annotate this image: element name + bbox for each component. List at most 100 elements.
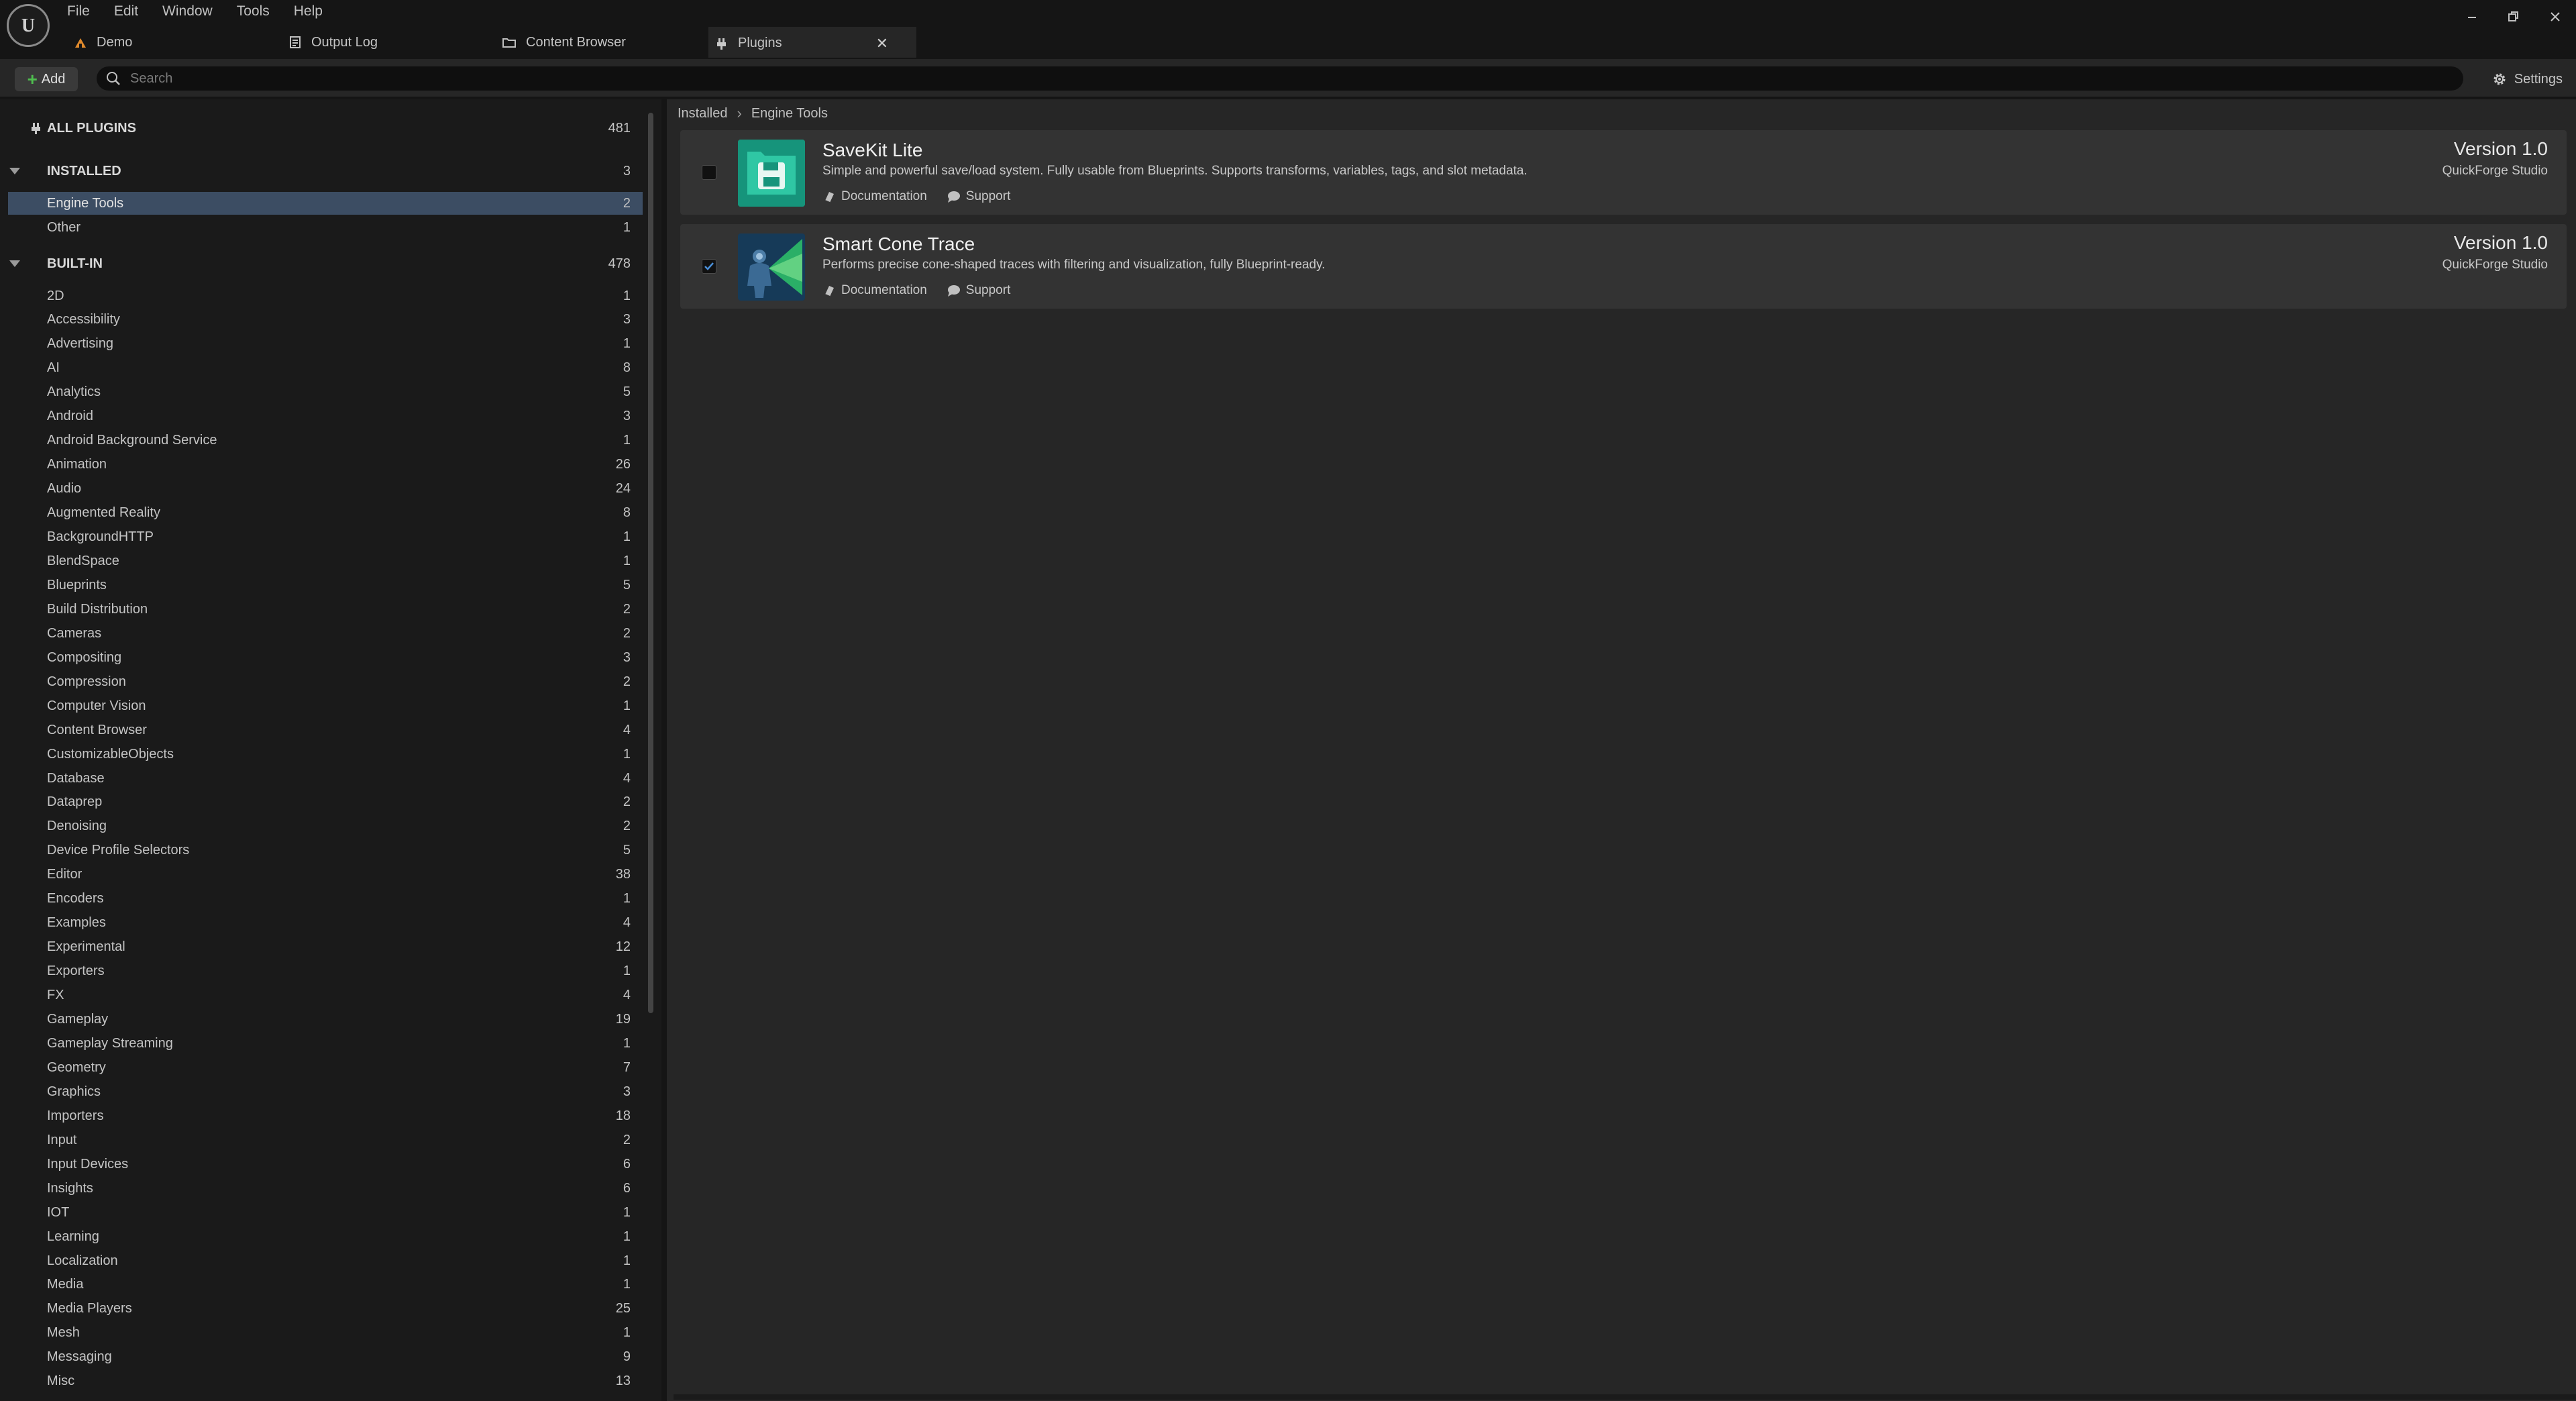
sidebar-item-editor[interactable]: Editor 38: [0, 864, 643, 886]
sidebar-section-built-in[interactable]: BUILT-IN 478: [0, 252, 643, 275]
sidebar-item-input-devices[interactable]: Input Devices 6: [0, 1153, 643, 1176]
sidebar-item-encoders[interactable]: Encoders 1: [0, 888, 643, 911]
sidebar-item-count: 7: [623, 1059, 631, 1075]
sidebar-item-android[interactable]: Android 3: [0, 405, 643, 428]
sidebar-item-content-browser[interactable]: Content Browser 4: [0, 719, 643, 741]
chat-bubble-icon: [947, 191, 960, 203]
sidebar-item-gameplay-streaming[interactable]: Gameplay Streaming 1: [0, 1032, 643, 1055]
documentation-link[interactable]: Documentation: [822, 283, 927, 298]
close-window-button[interactable]: [2534, 0, 2576, 34]
sidebar-item-importers[interactable]: Importers 18: [0, 1104, 643, 1127]
tab-demo[interactable]: Demo: [67, 27, 282, 58]
chat-bubble-icon: [947, 285, 960, 297]
sidebar-item-blueprints[interactable]: Blueprints 5: [0, 574, 643, 596]
sidebar-item-android-background-service[interactable]: Android Background Service 1: [0, 429, 643, 452]
sidebar-item-fx[interactable]: FX 4: [0, 984, 643, 1007]
settings-button[interactable]: Settings: [2491, 67, 2563, 91]
sidebar-item-augmented-reality[interactable]: Augmented Reality 8: [0, 502, 643, 525]
sidebar-item-2d[interactable]: 2D 1: [0, 284, 643, 307]
sidebar-item-computer-vision[interactable]: Computer Vision 1: [0, 694, 643, 717]
sidebar-item-experimental[interactable]: Experimental 12: [0, 936, 643, 959]
sidebar-item-ai[interactable]: AI 8: [0, 357, 643, 380]
sidebar-item-denoising[interactable]: Denoising 2: [0, 815, 643, 838]
chevron-down-icon[interactable]: [9, 168, 20, 174]
sidebar-item-learning[interactable]: Learning 1: [0, 1225, 643, 1248]
sidebar-item-analytics[interactable]: Analytics 5: [0, 381, 643, 404]
sidebar-item-label: Examples: [47, 915, 106, 931]
sidebar-item-localization[interactable]: Localization 1: [0, 1249, 643, 1272]
sidebar-item-label: Messaging: [47, 1349, 112, 1365]
tab-output-log[interactable]: Output Log: [282, 27, 495, 58]
sidebar-item-compression[interactable]: Compression 2: [0, 670, 643, 693]
sidebar-item-misc[interactable]: Misc 13: [0, 1370, 643, 1393]
sidebar-item-advertising[interactable]: Advertising 1: [0, 333, 643, 356]
sidebar-item-animation[interactable]: Animation 26: [0, 454, 643, 476]
close-icon: [2551, 12, 2560, 21]
sidebar-item-blendspace[interactable]: BlendSpace 1: [0, 550, 643, 572]
sidebar-item-label: CustomizableObjects: [47, 746, 174, 762]
unreal-logo-icon[interactable]: U: [7, 4, 50, 47]
menu-window[interactable]: Window: [162, 0, 213, 23]
close-tab-icon[interactable]: ✕: [876, 35, 888, 52]
support-link[interactable]: Support: [946, 283, 1010, 298]
add-button[interactable]: + Add: [15, 67, 78, 91]
sidebar-item-label: Analytics: [47, 384, 101, 400]
support-link[interactable]: Support: [946, 189, 1010, 204]
plugin-card-savekit-lite[interactable]: SaveKit Lite Simple and powerful save/lo…: [680, 130, 2567, 215]
sidebar-item-input[interactable]: Input 2: [0, 1129, 643, 1151]
sidebar-item-mesh[interactable]: Mesh 1: [0, 1322, 643, 1345]
sidebar-item-accessibility[interactable]: Accessibility 3: [0, 309, 643, 331]
sidebar-item-build-distribution[interactable]: Build Distribution 2: [0, 598, 643, 621]
sidebar-item-compositing[interactable]: Compositing 3: [0, 646, 643, 669]
tab-plugins[interactable]: Plugins ✕: [708, 27, 916, 58]
sidebar-item-insights[interactable]: Insights 6: [0, 1177, 643, 1200]
sidebar-item-label: 2D: [47, 288, 64, 303]
sidebar-item-geometry[interactable]: Geometry 7: [0, 1056, 643, 1079]
plugin-card-smart-cone-trace[interactable]: Smart Cone Trace Performs precise cone-s…: [680, 224, 2567, 309]
sidebar-item-messaging[interactable]: Messaging 9: [0, 1346, 643, 1369]
sidebar-item-media-players[interactable]: Media Players 25: [0, 1298, 643, 1320]
sidebar-item-label: Compression: [47, 674, 126, 689]
sidebar-item-examples[interactable]: Examples 4: [0, 912, 643, 935]
sidebar-item-exporters[interactable]: Exporters 1: [0, 960, 643, 983]
sidebar-item-database[interactable]: Database 4: [0, 767, 643, 790]
search-box: [97, 66, 2463, 91]
sidebar-item-iot[interactable]: IOT 1: [0, 1201, 643, 1224]
sidebar-item-gameplay[interactable]: Gameplay 19: [0, 1008, 643, 1031]
title-bar: U File Edit Window Tools Help Demo Outpu…: [0, 0, 2576, 59]
sidebar-item-backgroundhttp[interactable]: BackgroundHTTP 1: [0, 526, 643, 549]
plugin-vendor[interactable]: QuickForge Studio: [2443, 164, 2548, 178]
menu-file[interactable]: File: [67, 0, 90, 23]
sidebar-item-label: Device Profile Selectors: [47, 843, 190, 858]
plugin-enabled-checkbox[interactable]: [702, 165, 716, 180]
breadcrumb-installed[interactable]: Installed: [678, 106, 728, 121]
sidebar-item-audio[interactable]: Audio 24: [0, 478, 643, 501]
menu-help[interactable]: Help: [294, 0, 323, 23]
sidebar-item-label: Advertising: [47, 336, 113, 352]
sidebar-item-graphics[interactable]: Graphics 3: [0, 1080, 643, 1103]
menu-edit[interactable]: Edit: [114, 0, 138, 23]
sidebar-item-engine-tools[interactable]: Engine Tools 2: [8, 192, 643, 215]
plugin-enabled-checkbox[interactable]: [702, 259, 716, 274]
minimize-button[interactable]: [2451, 0, 2493, 34]
restore-button[interactable]: [2493, 0, 2534, 34]
chevron-down-icon[interactable]: [9, 260, 20, 267]
sidebar-item-media[interactable]: Media 1: [0, 1274, 643, 1296]
documentation-link[interactable]: Documentation: [822, 189, 927, 204]
sidebar-scrollbar[interactable]: [648, 113, 653, 1013]
tab-content-browser[interactable]: Content Browser: [495, 27, 708, 58]
plugin-vendor[interactable]: QuickForge Studio: [2443, 258, 2548, 272]
sidebar-section-installed[interactable]: INSTALLED 3: [0, 160, 643, 183]
sidebar-item-dataprep[interactable]: Dataprep 2: [0, 791, 643, 814]
search-input[interactable]: [129, 70, 2410, 87]
sidebar-item-device-profile-selectors[interactable]: Device Profile Selectors 5: [0, 839, 643, 862]
breadcrumb-engine-tools[interactable]: Engine Tools: [751, 106, 828, 121]
sidebar-item-other[interactable]: Other 1: [0, 216, 643, 239]
sidebar-item-label: ALL PLUGINS: [47, 120, 136, 136]
menu-tools[interactable]: Tools: [237, 0, 270, 23]
sidebar-section-label: INSTALLED: [47, 163, 121, 178]
sidebar-item-cameras[interactable]: Cameras 2: [0, 622, 643, 645]
sidebar-item-all-plugins[interactable]: ALL PLUGINS 481: [0, 117, 643, 140]
sidebar-item-customizableobjects[interactable]: CustomizableObjects 1: [0, 743, 643, 766]
tab-label: Output Log: [311, 34, 378, 50]
